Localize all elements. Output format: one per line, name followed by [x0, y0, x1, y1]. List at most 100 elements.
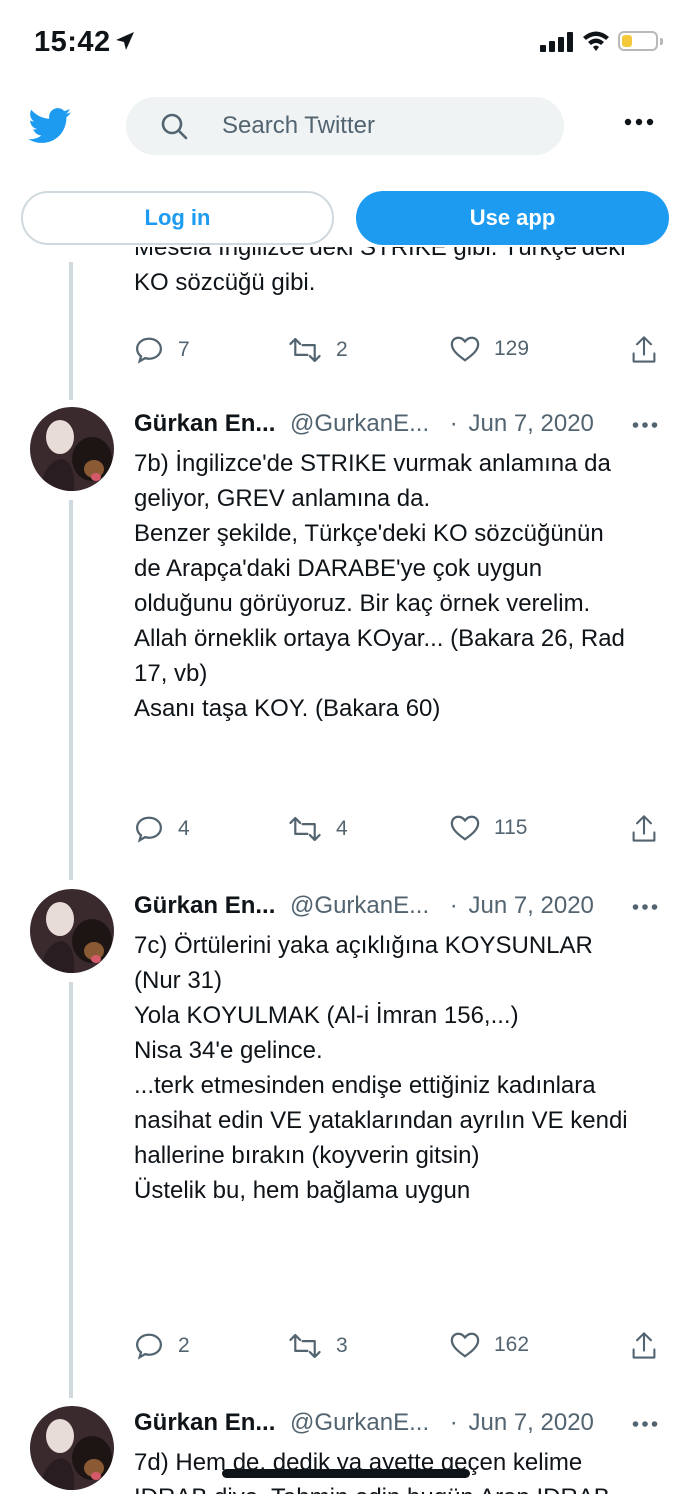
reply-count: 4: [178, 817, 190, 840]
share-icon: [632, 336, 656, 363]
more-options-icon[interactable]: [624, 118, 654, 126]
avatar[interactable]: [30, 1406, 114, 1490]
tweet-actions: 4 4 115: [134, 814, 664, 854]
tweet-header: Gürkan En... @GurkanE... · Jun 7, 2020: [134, 892, 594, 920]
use-app-button[interactable]: Use app: [356, 191, 669, 245]
avatar[interactable]: [30, 407, 114, 491]
like-button[interactable]: 129: [450, 335, 529, 363]
tweet-text-line: 7c) Örtülerini yaka açıklığına KOYSUNLAR: [134, 932, 593, 959]
search-placeholder: Search Twitter: [222, 112, 375, 139]
top-bar: Search Twitter: [0, 84, 690, 174]
tweet-text-line: nasihat edin VE yataklarından ayrılın VE…: [134, 1107, 628, 1134]
retweet-button[interactable]: 2: [288, 335, 348, 365]
tweet-more-icon[interactable]: [632, 421, 658, 429]
heart-icon: [450, 336, 480, 362]
tweet-text-line: olduğunu görüyoruz. Bir kaç örnek vereli…: [134, 590, 591, 617]
like-button[interactable]: 115: [450, 814, 527, 842]
share-button[interactable]: [630, 814, 658, 844]
tweet[interactable]: Gürkan En... @GurkanE... · Jun 7, 2020 7…: [0, 1403, 690, 1494]
tweet-text-line: IDRAB diye. Tahmin edin bugün Arap IDRAB: [134, 1480, 664, 1494]
location-arrow-icon: [116, 32, 134, 50]
like-button[interactable]: 162: [450, 1331, 529, 1359]
tweet-text-line: hallerine bırakın (koyverin gitsin): [134, 1142, 480, 1169]
home-indicator[interactable]: [222, 1469, 470, 1478]
reply-icon: [135, 816, 163, 843]
share-icon: [632, 815, 656, 842]
tweet-header: Gürkan En... @GurkanE... · Jun 7, 2020: [134, 1409, 594, 1437]
tweet-text: 7b) İngilizce'de STRIKE vurmak anlamına …: [134, 446, 664, 726]
tweet-text-line: Allah örneklik ortaya KOyar... (Bakara 2…: [134, 625, 625, 652]
tweet-date[interactable]: Jun 7, 2020: [468, 410, 593, 437]
tweet-text-line: Asanı taşa KOY. (Bakara 60): [134, 695, 441, 722]
heart-icon: [450, 815, 480, 841]
share-button[interactable]: [630, 335, 658, 365]
tweet-more-icon[interactable]: [632, 1420, 658, 1428]
separator-dot: ·: [449, 892, 458, 919]
tweet-header: Gürkan En... @GurkanE... · Jun 7, 2020: [134, 410, 594, 438]
avatar-image: [30, 889, 114, 973]
avatar-image: [30, 407, 114, 491]
retweet-button[interactable]: 3: [288, 1331, 348, 1361]
twitter-bird-icon[interactable]: [28, 108, 72, 144]
avatar-image: [30, 1406, 114, 1490]
tweet-text: 7c) Örtülerini yaka açıklığına KOYSUNLAR…: [134, 928, 664, 1208]
tweet-text-line: geliyor, GREV anlamına da.: [134, 485, 431, 512]
cellular-signal-icon: [540, 32, 573, 52]
status-bar: 15:42: [0, 0, 690, 84]
like-count: 129: [494, 337, 530, 360]
tweet-text-line: Nisa 34'e gelince.: [134, 1037, 323, 1064]
reply-button[interactable]: 7: [134, 335, 190, 365]
author-handle[interactable]: @GurkanE...: [290, 410, 429, 437]
author-handle[interactable]: @GurkanE...: [290, 892, 429, 919]
tweet-actions: 2 3 162: [134, 1331, 664, 1371]
battery-cap: [660, 38, 663, 45]
retweet-icon: [289, 337, 321, 363]
tweet-text-line: (Nur 31): [134, 967, 223, 994]
tweet[interactable]: Gürkan En... @GurkanE... · Jun 7, 2020 7…: [0, 404, 690, 874]
tweet-text-line: 17, vb): [134, 660, 208, 687]
like-count: 162: [494, 1333, 530, 1356]
tweet-text-line: de Arapça'daki DARABE'ye çok uygun: [134, 555, 543, 582]
tweet-text-line: 7b) İngilizce'de STRIKE vurmak anlamına …: [134, 450, 611, 477]
tweet-text-line: Mesela İngilizce'deki STRIKE gibi. Türkç…: [134, 247, 626, 261]
author-name[interactable]: Gürkan En...: [134, 1409, 275, 1436]
login-button[interactable]: Log in: [21, 191, 334, 245]
search-input[interactable]: Search Twitter: [126, 97, 564, 155]
tweet-text-line: Yola KOYULMAK (Al-i İmran 156,...): [134, 1002, 519, 1029]
tweet[interactable]: Gürkan En... @GurkanE... · Jun 7, 2020 7…: [0, 886, 690, 1391]
search-icon: [161, 113, 188, 140]
tweet-text-line: Benzer şekilde, Türkçe'deki KO sözcüğünü…: [134, 520, 604, 547]
tweet-text-line: Üstelik bu, hem bağlama uygun: [134, 1177, 471, 1204]
retweet-icon: [289, 1333, 321, 1359]
retweet-count: 4: [336, 817, 348, 840]
reply-icon: [135, 337, 163, 364]
reply-count: 7: [178, 338, 190, 361]
tweet-date[interactable]: Jun 7, 2020: [468, 1409, 593, 1436]
author-name[interactable]: Gürkan En...: [134, 892, 275, 919]
share-button[interactable]: [630, 1331, 658, 1361]
separator-dot: ·: [449, 410, 458, 437]
reply-button[interactable]: 2: [134, 1331, 190, 1361]
tweet-text-line: ...terk etmesinden endişe ettiğiniz kadı…: [134, 1072, 596, 1099]
tweet-date[interactable]: Jun 7, 2020: [468, 892, 593, 919]
tweet-more-icon[interactable]: [632, 903, 658, 911]
reply-icon: [135, 1333, 163, 1360]
tweet-text: Mesela İngilizce'deki STRIKE gibi. Türkç…: [134, 247, 664, 315]
retweet-count: 2: [336, 338, 348, 361]
retweet-icon: [289, 816, 321, 842]
like-count: 115: [494, 816, 528, 839]
separator-dot: ·: [449, 1409, 458, 1436]
retweet-button[interactable]: 4: [288, 814, 348, 844]
wifi-icon: [583, 31, 609, 51]
retweet-count: 3: [336, 1334, 348, 1357]
tweet-partial[interactable]: Mesela İngilizce'deki STRIKE gibi. Türkç…: [0, 245, 690, 385]
reply-count: 2: [178, 1334, 190, 1357]
status-time: 15:42: [34, 26, 111, 58]
share-icon: [632, 1332, 656, 1359]
author-handle[interactable]: @GurkanE...: [290, 1409, 429, 1436]
avatar[interactable]: [30, 889, 114, 973]
author-name[interactable]: Gürkan En...: [134, 410, 275, 437]
tweet-actions: 7 2 129: [134, 335, 664, 375]
reply-button[interactable]: 4: [134, 814, 190, 844]
tweet-text-line: KO sözcüğü gibi.: [134, 269, 316, 296]
